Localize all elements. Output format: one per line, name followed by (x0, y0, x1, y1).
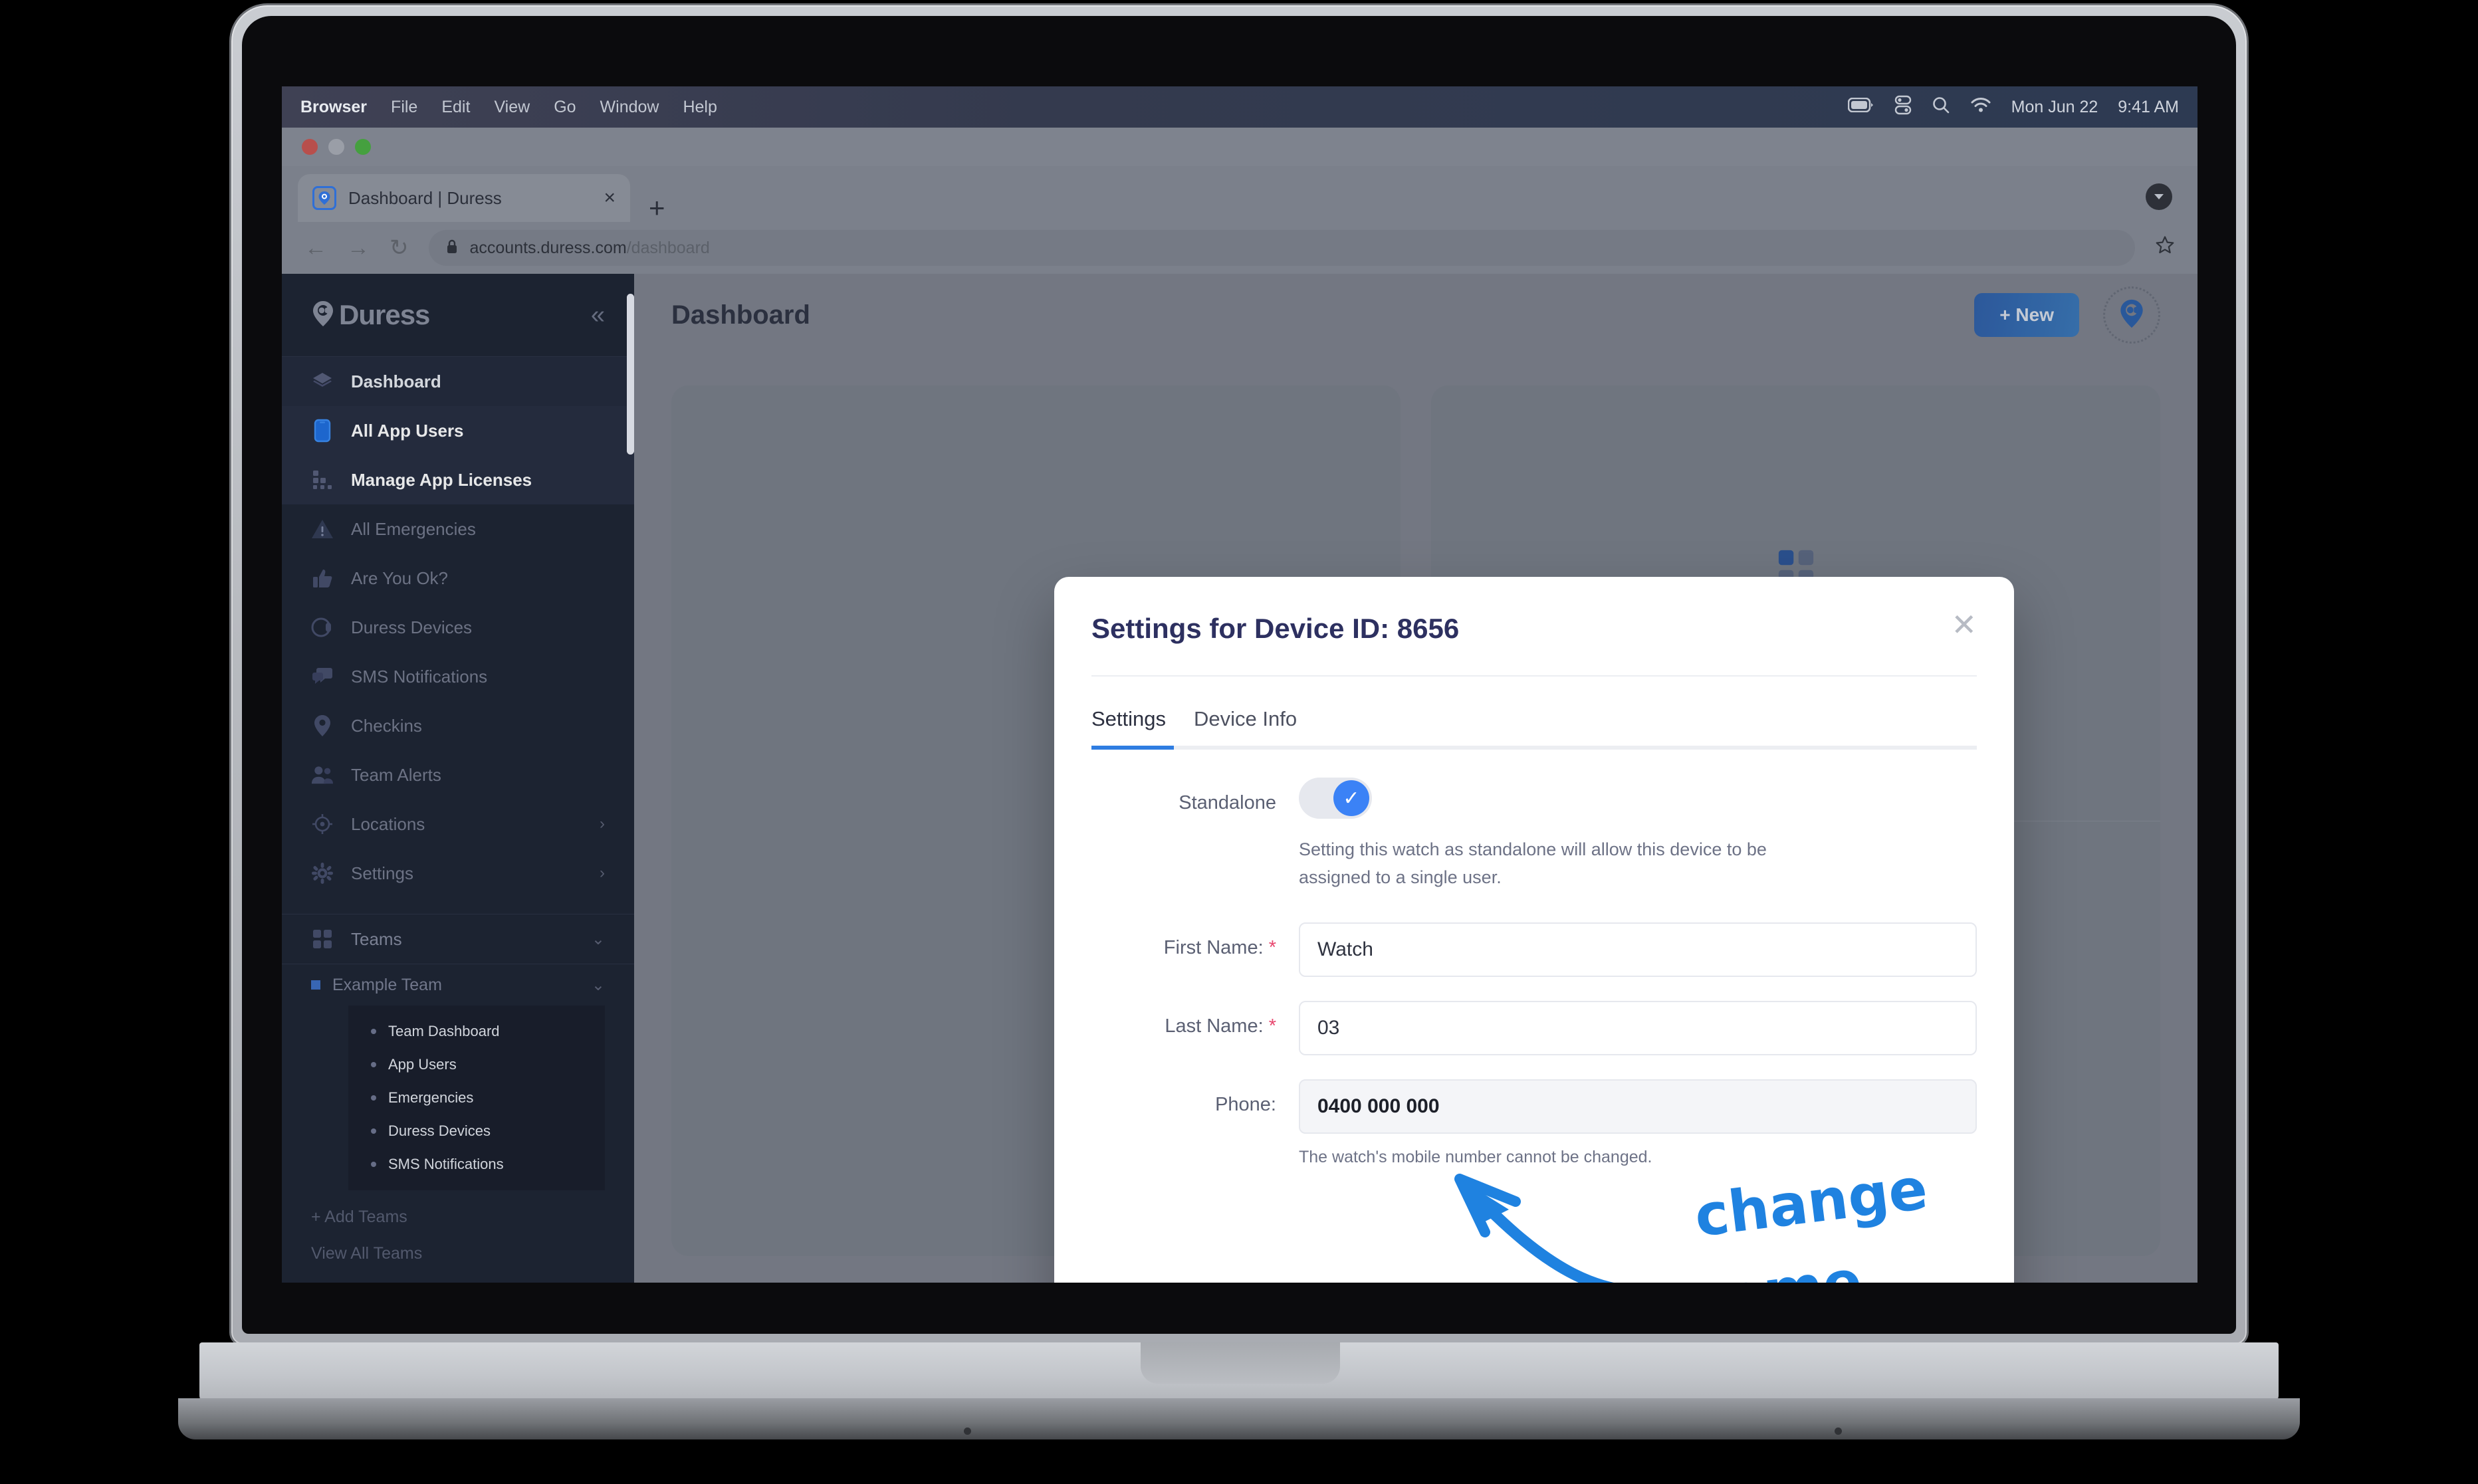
required-asterisk: * (1268, 936, 1276, 958)
device-settings-form: Standalone ✓ Setting this watch as stand… (1054, 750, 2014, 1170)
close-icon[interactable]: × (604, 187, 616, 209)
lock-icon (446, 239, 458, 258)
menubar-item-go[interactable]: Go (554, 98, 576, 117)
menubar-item-window[interactable]: Window (600, 98, 659, 117)
menubar-item-view[interactable]: View (494, 98, 530, 117)
first-name-row: First Name: * Watch (1091, 922, 1977, 977)
chevron-down-circle-icon (2146, 183, 2172, 210)
first-name-field[interactable]: Watch (1299, 922, 1977, 977)
menubar-item-help[interactable]: Help (683, 98, 717, 117)
tabstrip-menu-button[interactable] (2146, 183, 2172, 210)
control-center-icon[interactable] (1894, 95, 1912, 120)
check-icon: ✓ (1333, 780, 1369, 816)
screen: Browser File Edit View Go Window Help Mo… (282, 86, 2197, 1283)
star-icon[interactable] (2155, 235, 2175, 261)
url-domain: accounts.duress.com (469, 238, 627, 257)
laptop-mockup: Browser File Edit View Go Window Help Mo… (0, 0, 2478, 1484)
search-icon[interactable] (1932, 96, 1950, 119)
browser-tab[interactable]: Dashboard | Duress × (298, 174, 630, 222)
last-name-row: Last Name: * 03 (1091, 1000, 1977, 1055)
battery-icon[interactable] (1847, 97, 1874, 117)
first-name-label: First Name: * (1163, 936, 1276, 958)
tab-device-info[interactable]: Device Info (1194, 707, 1297, 746)
address-bar-text: accounts.duress.com/dashboard (470, 239, 710, 258)
browser-tabstrip: Dashboard | Duress × + (282, 166, 2197, 222)
last-name-label: Last Name: * (1165, 1015, 1276, 1037)
modal-title: Settings for Device ID: 8656 (1091, 613, 1460, 644)
foot-dot-left (964, 1428, 971, 1435)
standalone-toggle[interactable]: ✓ (1299, 778, 1372, 819)
phone-field: 0400 000 000 (1299, 1079, 1977, 1134)
browser-tab-title: Dashboard | Duress (348, 187, 502, 208)
phone-label: Phone: (1215, 1093, 1276, 1115)
menubar-date: Mon Jun 22 (2011, 97, 2098, 116)
menubar-item-edit[interactable]: Edit (441, 98, 470, 117)
window-titlebar (282, 128, 2197, 166)
device-settings-modal: Settings for Device ID: 8656 ✕ Settings … (1054, 577, 2014, 1283)
app-shell: Duress « Dashboard All App Users Manage … (282, 274, 2197, 1283)
tab-settings[interactable]: Settings (1091, 707, 1166, 746)
close-icon[interactable]: ✕ (1951, 609, 1977, 640)
duress-pin-icon (312, 186, 336, 210)
reload-icon[interactable]: ↻ (390, 235, 409, 261)
standalone-label: Standalone (1179, 792, 1276, 813)
laptop-notch (1141, 1342, 1340, 1384)
window-zoom-button[interactable] (355, 139, 371, 155)
laptop-foot (178, 1398, 2300, 1439)
tab-active-indicator (1091, 746, 1174, 750)
modal-header: Settings for Device ID: 8656 ✕ (1054, 577, 2014, 645)
address-bar[interactable]: accounts.duress.com/dashboard (428, 230, 2135, 266)
url-path: /dashboard (626, 238, 710, 257)
modal-tabs: Settings Device Info (1054, 677, 2014, 746)
forward-icon[interactable]: → (347, 235, 370, 261)
menubar-time: 9:41 AM (2118, 97, 2179, 116)
required-asterisk: * (1268, 1015, 1276, 1037)
window-minimize-button[interactable] (328, 139, 344, 155)
mac-menu-bar: Browser File Edit View Go Window Help Mo… (282, 86, 2197, 128)
standalone-helper-text: Setting this watch as standalone will al… (1299, 839, 1767, 887)
phone-helper-text: The watch's mobile number cannot be chan… (1299, 1147, 1652, 1166)
back-icon[interactable]: ← (304, 235, 327, 261)
modal-tabs-underline (1091, 746, 1977, 750)
menubar-item-file[interactable]: File (391, 98, 417, 117)
menubar-app-name[interactable]: Browser (300, 98, 367, 117)
window-close-button[interactable] (302, 139, 318, 155)
foot-dot-right (1835, 1428, 1842, 1435)
standalone-row: Standalone ✓ (1091, 778, 1977, 819)
browser-toolbar: ← → ↻ accounts.duress.com/dashboard (282, 222, 2197, 274)
last-name-field[interactable]: 03 (1299, 1000, 1977, 1055)
wifi-icon[interactable] (1970, 97, 1991, 118)
phone-row: Phone: 0400 000 000 (1091, 1079, 1977, 1134)
new-tab-button[interactable]: + (649, 194, 665, 222)
